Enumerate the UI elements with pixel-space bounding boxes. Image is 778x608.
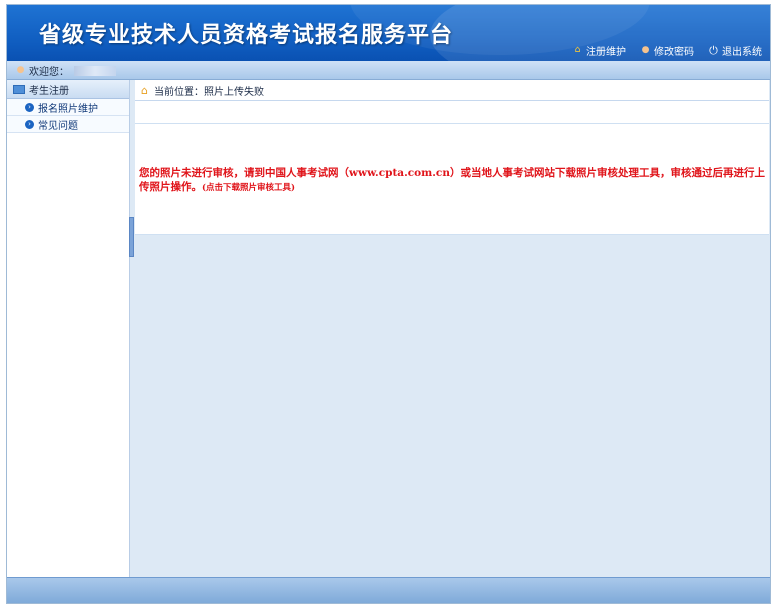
sidebar-section-label: 考生注册 [29,85,69,97]
sidebar-item-label: 常见问题 [38,120,78,132]
user-bar: ● 欢迎您： [7,61,770,80]
power-icon: ⏻ [709,44,718,57]
register-maintenance-label: 注册维护 [586,47,626,58]
arrow-circle-icon: › [25,119,34,129]
logout-link[interactable]: ⏻ 退出系统 [708,43,762,58]
toolbar-row [135,101,769,124]
app-window: 省级专业技术人员资格考试报名服务平台 ⌂ 注册维护 ● 修改密码 ⏻ 退出系统 … [6,4,771,604]
top-links: ⌂ 注册维护 ● 修改密码 ⏻ 退出系统 [572,43,762,58]
message-panel: 您的照片未进行审核，请到中国人事考试网（www.cpta.com.cn）或当地人… [135,124,769,235]
error-message: 您的照片未进行审核，请到中国人事考试网（www.cpta.com.cn）或当地人… [139,166,765,195]
sidebar-item-label: 报名照片维护 [38,103,98,115]
home-icon: ⌂ [574,45,581,55]
welcome-text: 欢迎您： [29,67,69,78]
page-title: 省级专业技术人员资格考试报名服务平台 [39,23,454,48]
change-password-link[interactable]: ● 修改密码 [640,43,694,58]
user-icon: ● [641,45,650,55]
arrow-circle-icon: › [25,102,34,112]
main-content: ⌂ 当前位置：照片上传失败 您的照片未进行审核，请到中国人事考试网（www.cp… [135,80,769,579]
welcome-area: ● 欢迎您： [15,63,116,78]
footer-bar [7,577,770,603]
register-maintenance-link[interactable]: ⌂ 注册维护 [572,43,626,58]
sidebar-item-photo-maintenance[interactable]: › 报名照片维护 [7,99,129,116]
sidebar-section-header[interactable]: 考生注册 [7,80,129,99]
download-tool-link[interactable]: (点击下载照片审核工具) [202,183,295,193]
home-icon: ⌂ [141,83,148,97]
logout-label: 退出系统 [722,47,762,58]
mail-icon [13,84,25,94]
breadcrumb: ⌂ 当前位置：照片上传失败 [135,80,769,101]
header-banner: 省级专业技术人员资格考试报名服务平台 ⌂ 注册维护 ● 修改密码 ⏻ 退出系统 [7,5,770,61]
sidebar-item-faq[interactable]: › 常见问题 [7,116,129,133]
breadcrumb-text: 当前位置：照片上传失败 [153,86,264,98]
user-avatar-icon: ● [16,65,25,75]
blurred-username [74,65,116,76]
sidebar-splitter-handle[interactable] [129,217,134,257]
sidebar: 考生注册 › 报名照片维护 › 常见问题 [7,80,130,579]
change-password-label: 修改密码 [654,47,694,58]
